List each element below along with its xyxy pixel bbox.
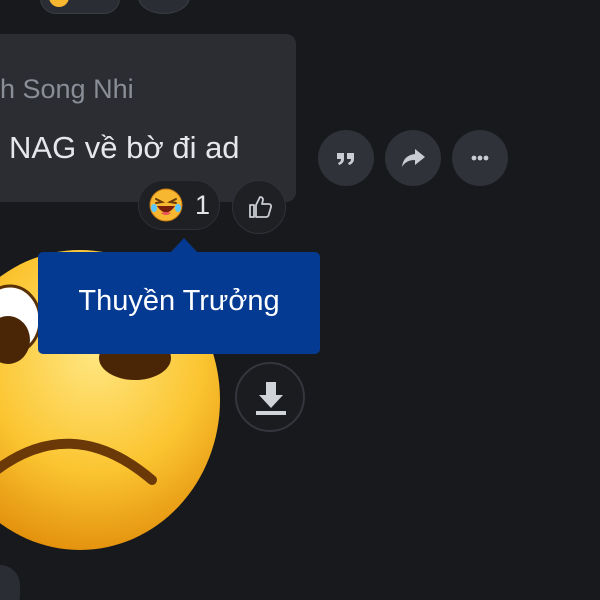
share-button[interactable] [385, 130, 441, 186]
sender-name: h Song Nhi [0, 74, 134, 104]
reaction-chip[interactable]: 1 [138, 180, 220, 230]
more-button[interactable] [452, 130, 508, 186]
more-dots-icon [471, 155, 489, 161]
share-arrow-icon [402, 149, 425, 167]
like-button-top[interactable] [138, 0, 190, 14]
download-icon [256, 382, 286, 415]
thumbs-up-icon [249, 196, 273, 218]
tooltip-arrow [170, 238, 198, 253]
quote-icon [337, 153, 354, 165]
download-button[interactable] [235, 362, 305, 432]
message-bubble [0, 34, 296, 202]
laughing-face-icon [149, 188, 183, 222]
chat-view: h Song Nhi NAG về bờ đi ad 1 Thuyền Trưở… [0, 0, 600, 600]
tooltip-text: Thuyền Trưởng [78, 285, 280, 317]
message-text: NAG về bờ đi ad [9, 130, 240, 165]
like-button[interactable] [232, 180, 286, 234]
bottom-chip[interactable] [0, 565, 20, 600]
quote-button[interactable] [318, 130, 374, 186]
emoji-icon [49, 0, 69, 7]
reaction-chip-top[interactable] [40, 0, 120, 14]
reaction-count: 1 [195, 190, 211, 220]
